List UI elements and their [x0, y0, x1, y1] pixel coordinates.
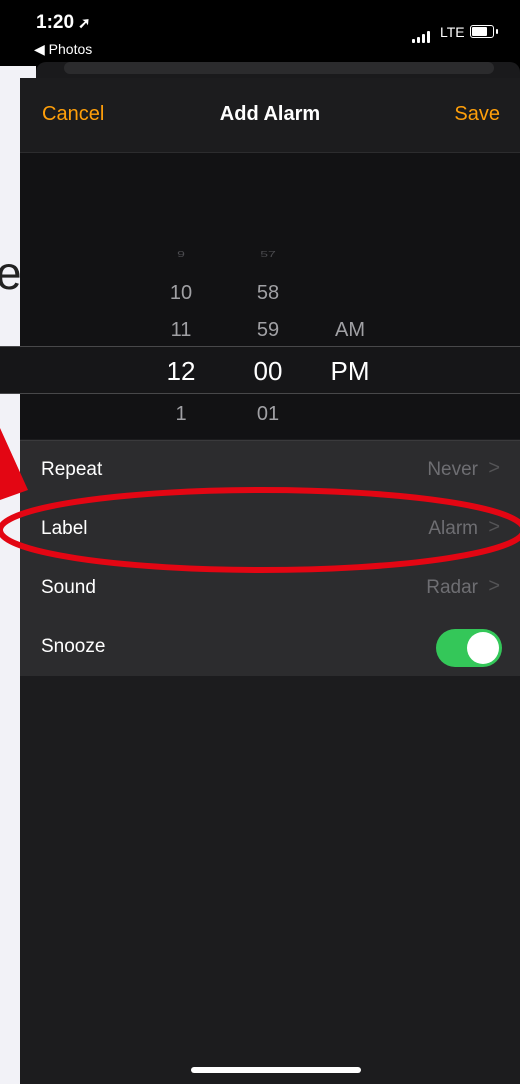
annotation-overlay	[0, 428, 520, 573]
highlight-ellipse	[0, 487, 520, 573]
arrow-head-icon	[0, 428, 28, 500]
